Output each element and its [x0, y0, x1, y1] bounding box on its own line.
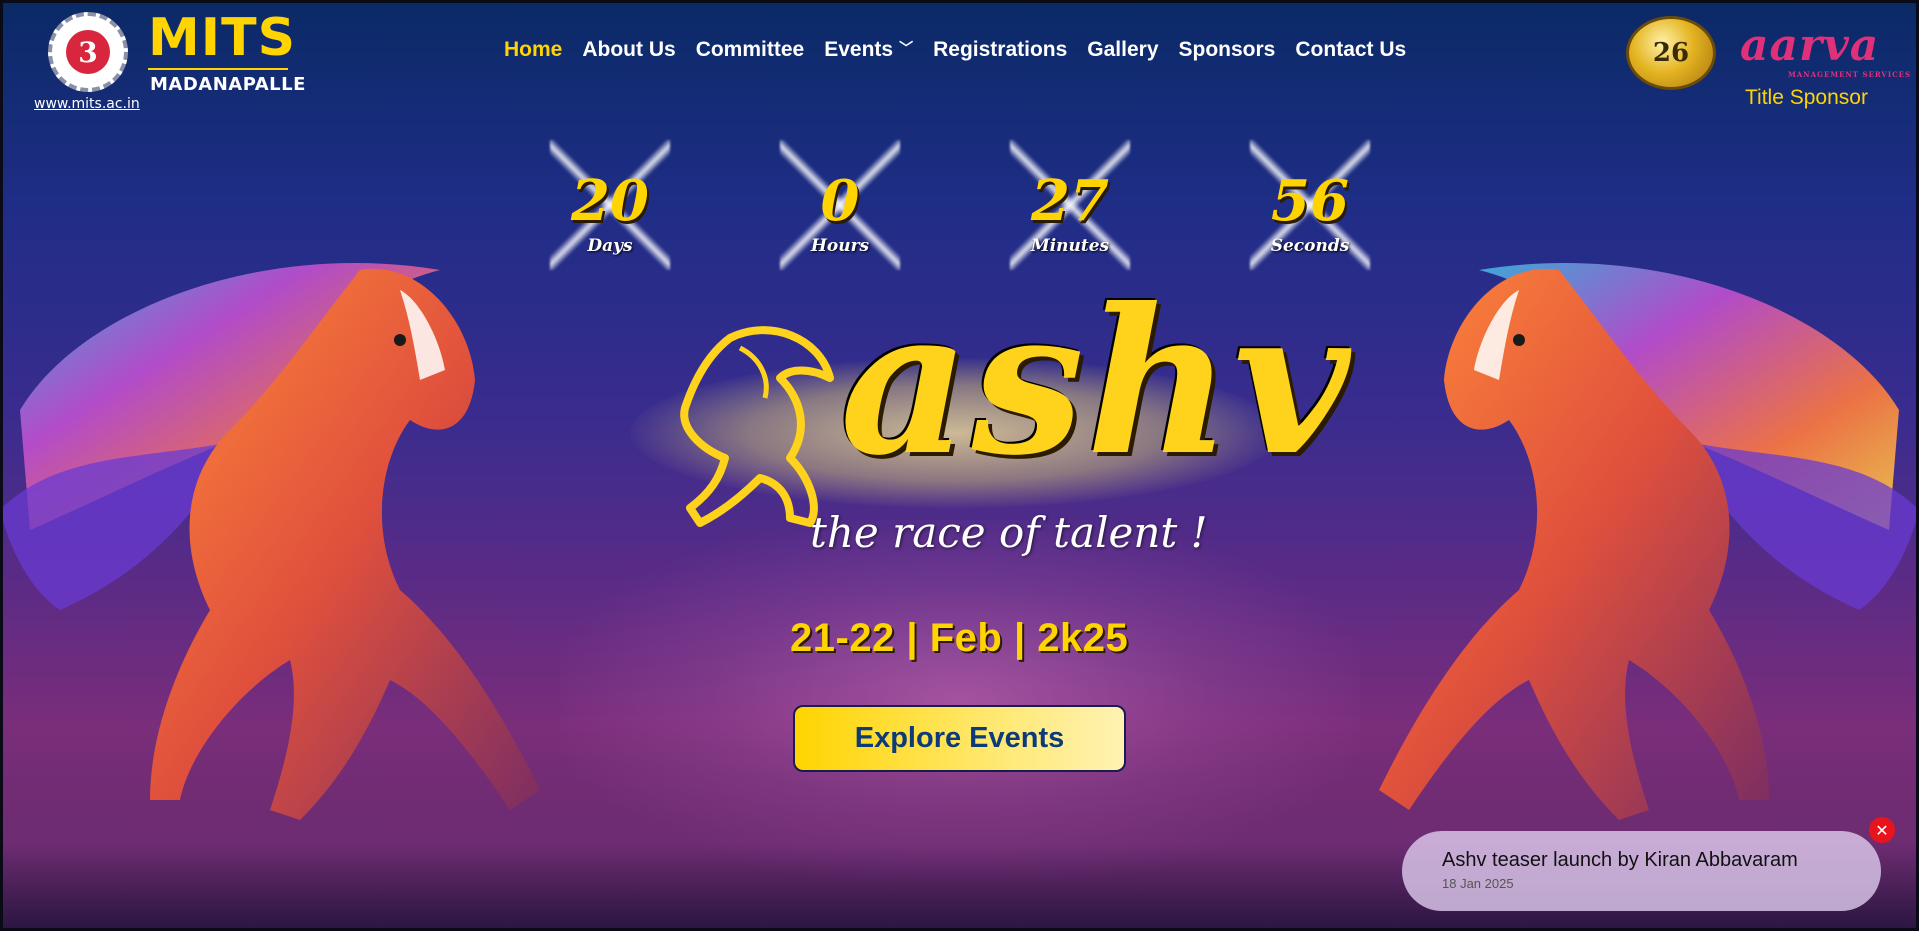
sponsor-logo-text: aarva — [1740, 20, 1880, 71]
college-emblem-icon: 3 — [48, 12, 128, 92]
nav-label: Registrations — [933, 38, 1068, 61]
countdown-value: 0 — [820, 168, 860, 234]
event-hero-logo: ashv the race of talent ! — [630, 268, 1350, 568]
countdown-seconds: 56 Seconds — [1240, 140, 1380, 270]
college-website-link[interactable]: www.mits.ac.in — [34, 96, 140, 112]
countdown-value: 20 — [571, 168, 649, 234]
close-icon[interactable]: ✕ — [1869, 817, 1895, 843]
countdown-value: 27 — [1031, 168, 1109, 234]
golden-horse-icon — [680, 326, 834, 527]
nav-item-events[interactable]: Events ﹀ — [824, 38, 913, 62]
brand-name: MITS — [148, 8, 297, 68]
countdown-unit: Days — [587, 236, 633, 256]
nav-label: Home — [504, 38, 563, 61]
anniversary-number: 26 — [1652, 38, 1690, 68]
nav-item-home[interactable]: Home — [504, 38, 562, 62]
event-name-wordmark: ashv — [840, 265, 1352, 500]
nav-item-contact-us[interactable]: Contact Us — [1295, 38, 1406, 62]
nav-label: Sponsors — [1178, 38, 1276, 61]
countdown-unit: Seconds — [1270, 236, 1350, 256]
anniversary-badge-icon: 26 — [1626, 16, 1716, 90]
title-sponsor-logo[interactable]: aarva MANAGEMENT SERVICES — [1740, 20, 1910, 79]
nav-label: Contact Us — [1295, 38, 1407, 61]
nav-label: Gallery — [1087, 38, 1159, 61]
nav-label: Events — [824, 38, 894, 61]
main-navigation: Home About Us Committee Events ﹀ Registr… — [504, 38, 1406, 62]
nav-item-about-us[interactable]: About Us — [582, 38, 675, 62]
emblem-glyph: 3 — [66, 30, 110, 74]
nav-item-sponsors[interactable]: Sponsors — [1179, 38, 1276, 62]
countdown-value: 56 — [1271, 168, 1349, 234]
nav-label: About Us — [582, 38, 676, 61]
countdown-unit: Hours — [810, 236, 870, 256]
countdown-timer: 20 Days 0 Hours 27 Minutes 56 Seconds — [0, 140, 1919, 270]
explore-events-button[interactable]: Explore Events — [793, 705, 1126, 772]
countdown-days: 20 Days — [540, 140, 680, 270]
chevron-down-icon: ﹀ — [899, 40, 914, 56]
countdown-minutes: 27 Minutes — [1000, 140, 1140, 270]
countdown-unit: Minutes — [1030, 236, 1110, 256]
brand-underline — [148, 68, 288, 70]
site-header: 3 MITS MADANAPALLE www.mits.ac.in Home A… — [0, 0, 1919, 120]
brand-logo[interactable]: 3 MITS MADANAPALLE www.mits.ac.in — [34, 8, 305, 115]
brand-subtitle: MADANAPALLE — [150, 74, 306, 95]
horse-illustration-left — [0, 262, 540, 820]
event-tagline: the race of talent ! — [810, 508, 1208, 557]
notification-title: Ashv teaser launch by Kiran Abbavaram — [1442, 849, 1798, 871]
nav-item-gallery[interactable]: Gallery — [1087, 38, 1158, 62]
news-notification-toast[interactable]: Ashv teaser launch by Kiran Abbavaram 18… — [1402, 831, 1881, 911]
event-dates: 21-22 | Feb | 2k25 — [790, 616, 1129, 660]
nav-label: Committee — [695, 38, 805, 61]
countdown-hours: 0 Hours — [770, 140, 910, 270]
nav-item-committee[interactable]: Committee — [696, 38, 805, 62]
notification-date: 18 Jan 2025 — [1442, 876, 1514, 891]
nav-item-registrations[interactable]: Registrations — [933, 38, 1067, 62]
horse-illustration-right — [1379, 262, 1919, 820]
title-sponsor-label: Title Sponsor — [1745, 86, 1868, 109]
sponsor-logo-subtext: MANAGEMENT SERVICES — [1788, 70, 1912, 79]
